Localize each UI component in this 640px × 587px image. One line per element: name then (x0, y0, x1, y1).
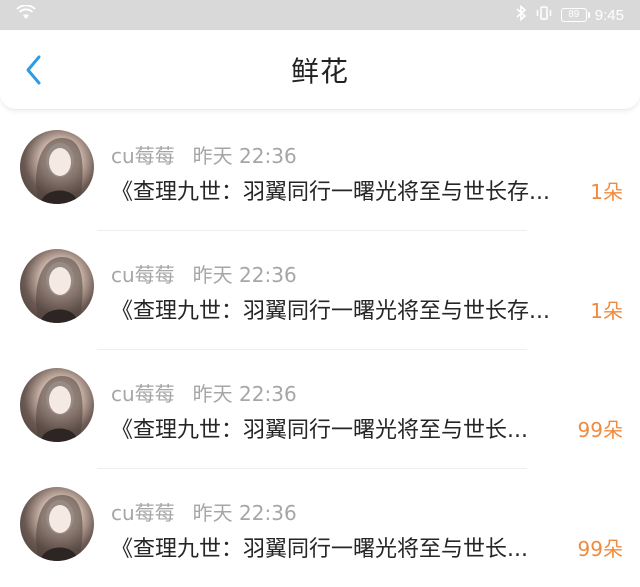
timestamp: 昨天 22:36 (192, 501, 297, 525)
list-item[interactable]: cu莓莓 昨天 22:36 《查理九世：羽翼同行一曙光将至与世长... 99朵 (0, 469, 640, 587)
content-line: 《查理九世：羽翼同行一曙光将至与世长存... 1朵 (111, 293, 623, 325)
battery-level: 89 (568, 9, 580, 20)
name-line: cu莓莓 昨天 22:36 (111, 140, 297, 169)
timestamp: 昨天 22:36 (192, 382, 297, 406)
book-title[interactable]: 《查理九世：羽翼同行一曙光将至与世长... (111, 412, 576, 444)
avatar[interactable] (20, 249, 94, 323)
list-item[interactable]: cu莓莓 昨天 22:36 《查理九世：羽翼同行一曙光将至与世长... 99朵 (0, 350, 640, 468)
content-line: 《查理九世：羽翼同行一曙光将至与世长存... 1朵 (111, 174, 623, 206)
book-title[interactable]: 《查理九世：羽翼同行一曙光将至与世长... (111, 531, 576, 563)
name-line: cu莓莓 昨天 22:36 (111, 378, 297, 407)
user-name[interactable]: cu莓莓 (111, 378, 175, 407)
status-right: 89 9:45 (515, 4, 624, 25)
avatar[interactable] (20, 130, 94, 204)
timestamp: 昨天 22:36 (192, 263, 297, 287)
content-line: 《查理九世：羽翼同行一曙光将至与世长... 99朵 (111, 531, 623, 563)
page-title: 鲜花 (290, 55, 349, 88)
timestamp: 昨天 22:36 (192, 144, 297, 168)
name-line: cu莓莓 昨天 22:36 (111, 497, 297, 526)
flower-amount: 1朵 (590, 180, 623, 204)
user-name[interactable]: cu莓莓 (111, 497, 175, 526)
vibrate-icon (535, 5, 553, 25)
chevron-left-icon (24, 54, 44, 90)
battery-icon: 89 (560, 8, 590, 22)
user-name[interactable]: cu莓莓 (111, 259, 175, 288)
flower-amount: 99朵 (577, 537, 623, 561)
wifi-icon (16, 4, 36, 25)
back-button[interactable] (14, 52, 54, 92)
avatar[interactable] (20, 368, 94, 442)
status-time: 9:45 (594, 6, 624, 24)
bluetooth-icon (515, 4, 527, 25)
content-line: 《查理九世：羽翼同行一曙光将至与世长... 99朵 (111, 412, 623, 444)
name-line: cu莓莓 昨天 22:36 (111, 259, 297, 288)
status-left (16, 4, 36, 25)
avatar[interactable] (20, 487, 94, 561)
book-title[interactable]: 《查理九世：羽翼同行一曙光将至与世长存... (111, 174, 588, 206)
flower-amount: 99朵 (577, 418, 623, 442)
header: 鲜花 (0, 30, 640, 110)
user-name[interactable]: cu莓莓 (111, 140, 175, 169)
book-title[interactable]: 《查理九世：羽翼同行一曙光将至与世长存... (111, 293, 588, 325)
list-item[interactable]: cu莓莓 昨天 22:36 《查理九世：羽翼同行一曙光将至与世长存... 1朵 (0, 231, 640, 349)
status-bar: 89 9:45 (0, 0, 640, 30)
flower-amount: 1朵 (590, 299, 623, 323)
list-item[interactable]: cu莓莓 昨天 22:36 《查理九世：羽翼同行一曙光将至与世长存... 1朵 (0, 112, 640, 230)
